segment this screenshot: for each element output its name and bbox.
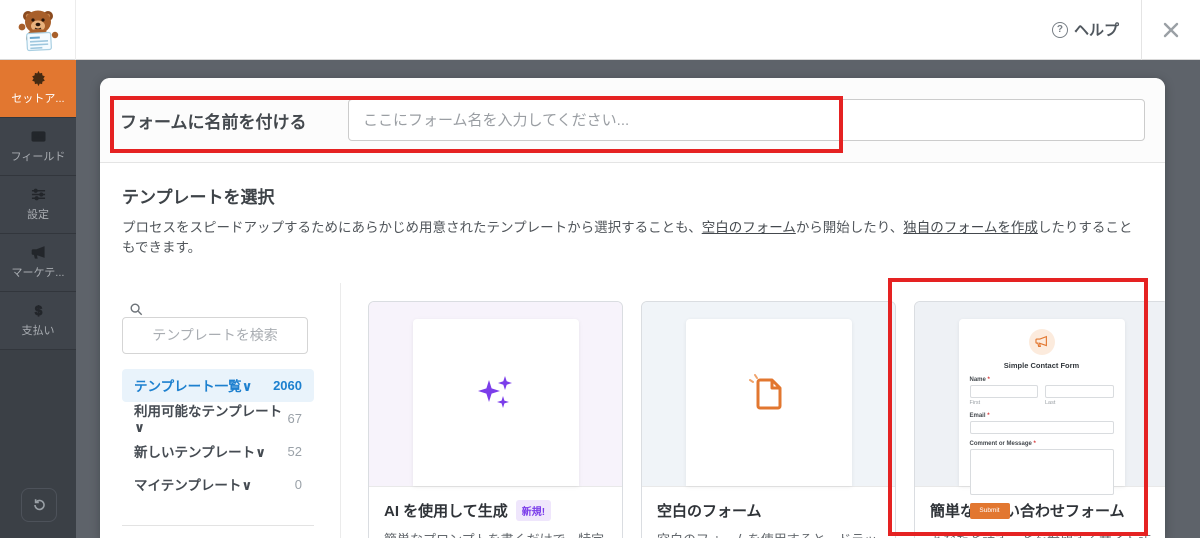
intro-text: プロセスをスピードアップするためにあらかじめ用意されたテンプレートから選択するこ… xyxy=(122,220,702,235)
sidebar-item-label: マーケテ... xyxy=(11,267,65,279)
category-list: テンプレート一覧∨ 2060 利用可能なテンプレート∨ 67 新しいテンプレート… xyxy=(122,368,318,501)
bear-logo-icon xyxy=(18,10,58,51)
new-badge: 新規! xyxy=(515,499,552,521)
dollar-icon: $ xyxy=(34,303,43,318)
history-icon xyxy=(34,499,45,511)
ai-template-preview xyxy=(369,301,622,486)
form-name-label: フォームに名前を付ける xyxy=(120,112,307,132)
chevron-down-icon: ∨ xyxy=(241,379,253,394)
sliders-icon xyxy=(31,188,45,201)
template-section: テンプレートを選択 プロセスをスピードアップするためにあらかじめ用意されたテンプ… xyxy=(100,163,1165,538)
sparkles-icon xyxy=(477,375,512,408)
template-title: 空白のフォーム xyxy=(657,502,762,520)
template-title: AI を使用して生成 xyxy=(384,502,508,520)
mini-form-title: Simple Contact Form xyxy=(1003,360,1080,370)
form-name-input[interactable] xyxy=(348,99,1145,141)
wpforms-logo xyxy=(0,0,76,60)
chevron-down-icon: ∨ xyxy=(241,478,253,493)
setup-panel: フォームに名前を付ける テンプレートを選択 プロセスをスピードアップするためにあ… xyxy=(100,78,1165,538)
intro-text: から開始したり、 xyxy=(795,220,904,235)
mini-message-textarea xyxy=(969,448,1114,495)
build-own-form-link[interactable]: 独自のフォームを作成 xyxy=(903,220,1038,235)
blank-document-icon xyxy=(748,373,781,409)
sidebar-item-label: フィールド xyxy=(10,151,66,163)
template-heading: テンプレートを選択 xyxy=(122,188,275,207)
builder-sidebar: セットア... フィールド 設定 マーケテ... $ 支払い xyxy=(0,60,76,538)
top-toolbar: ? ヘルプ xyxy=(0,0,1200,60)
chevron-down-icon: ∨ xyxy=(134,420,145,435)
category-available-templates[interactable]: 利用可能なテンプレート∨ 67 xyxy=(122,402,314,435)
help-icon: ? xyxy=(1051,21,1068,38)
gear-icon xyxy=(31,71,45,86)
category-label: 利用可能なテンプレート xyxy=(134,404,283,419)
template-description: 簡単なプロンプトを書くだけで、特定のニーズに対応した複雑なフォームを作成できます… xyxy=(384,530,607,538)
form-name-section: フォームに名前を付ける xyxy=(100,78,1165,163)
template-search-input[interactable] xyxy=(122,316,308,354)
blank-template-preview xyxy=(642,301,895,486)
mini-submit-button: Submit xyxy=(969,502,1010,519)
svg-text:$: $ xyxy=(34,303,42,318)
megaphone-icon xyxy=(1035,335,1047,347)
sidebar-item-fields[interactable]: フィールド xyxy=(0,118,76,176)
mini-email-input xyxy=(969,420,1114,434)
sidebar-item-marketing[interactable]: マーケテ... xyxy=(0,234,76,292)
fields-icon xyxy=(30,131,46,142)
template-description: 空白のフォームを使用すると、ドラッグ＆ドロップビルダーを使用して、あらゆる種類の… xyxy=(657,530,880,538)
revisions-history-button[interactable] xyxy=(21,488,57,522)
category-count: 2060 xyxy=(273,377,302,393)
help-label: ヘルプ xyxy=(1073,22,1119,39)
category-my-templates[interactable]: マイテンプレート∨ 0 xyxy=(122,468,314,501)
template-title: 簡単なお問い合わせフォーム xyxy=(930,502,1125,520)
sidebar-item-payments[interactable]: $ 支払い xyxy=(0,292,76,350)
category-new-templates[interactable]: 新しいテンプレート∨ 52 xyxy=(122,435,314,468)
sidebar-item-label: 支払い xyxy=(21,325,55,337)
category-divider xyxy=(122,524,314,526)
category-count: 0 xyxy=(294,476,302,492)
close-builder-button[interactable] xyxy=(1142,0,1200,60)
category-label: テンプレート一覧 xyxy=(134,379,242,394)
template-card-ai-generate[interactable]: AI を使用して生成 新規! 簡単なプロンプトを書くだけで、特定のニーズに対応し… xyxy=(368,300,623,538)
template-card-grid: AI を使用して生成 新規! 簡単なプロンプトを書くだけで、特定のニーズに対応し… xyxy=(340,282,1165,538)
category-count: 67 xyxy=(287,410,302,426)
category-label: マイテンプレート xyxy=(134,478,242,493)
megaphone-icon xyxy=(31,246,45,259)
mini-email-label: Email xyxy=(969,412,986,419)
mini-first-sublabel: First xyxy=(969,399,981,406)
sidebar-item-setup[interactable]: セットア... xyxy=(0,60,76,118)
blank-form-link[interactable]: 空白のフォーム xyxy=(702,220,796,235)
sidebar-item-label: セットア... xyxy=(11,93,65,105)
mini-first-input xyxy=(969,384,1038,398)
contact-template-preview: Simple Contact Form Name * First Last Em… xyxy=(915,301,1165,519)
close-icon xyxy=(1163,22,1179,37)
category-label: 新しいテンプレート xyxy=(134,445,256,460)
sidebar-item-label: 設定 xyxy=(27,209,49,221)
template-card-blank-form[interactable]: 空白のフォーム 空白のフォームを使用すると、ドラッグ＆ドロップビルダーを使用して… xyxy=(641,300,896,538)
mini-last-sublabel: Last xyxy=(1045,399,1056,406)
sidebar-spacer xyxy=(0,350,76,538)
template-description: あなたと話すことを希望するサイト訪問者から、名前、メール、およびメッセージを収集… xyxy=(930,530,1153,538)
sidebar-item-settings[interactable]: 設定 xyxy=(0,176,76,234)
category-count: 52 xyxy=(287,443,302,459)
category-all-templates[interactable]: テンプレート一覧∨ 2060 xyxy=(122,368,314,402)
template-intro: プロセスをスピードアップするためにあらかじめ用意されたテンプレートから選択するこ… xyxy=(122,218,1143,259)
mini-form-preview: Simple Contact Form Name * First Last Em… xyxy=(959,319,1125,519)
chevron-down-icon: ∨ xyxy=(255,445,267,460)
mini-last-input xyxy=(1045,384,1114,398)
help-button[interactable]: ? ヘルプ xyxy=(1030,0,1141,60)
template-card-simple-contact-form[interactable]: Simple Contact Form Name * First Last Em… xyxy=(914,300,1165,538)
search-icon xyxy=(130,303,143,315)
template-categories: テンプレート一覧∨ 2060 利用可能なテンプレート∨ 67 新しいテンプレート… xyxy=(122,283,318,538)
mini-comment-label: Comment or Message xyxy=(969,440,1032,447)
